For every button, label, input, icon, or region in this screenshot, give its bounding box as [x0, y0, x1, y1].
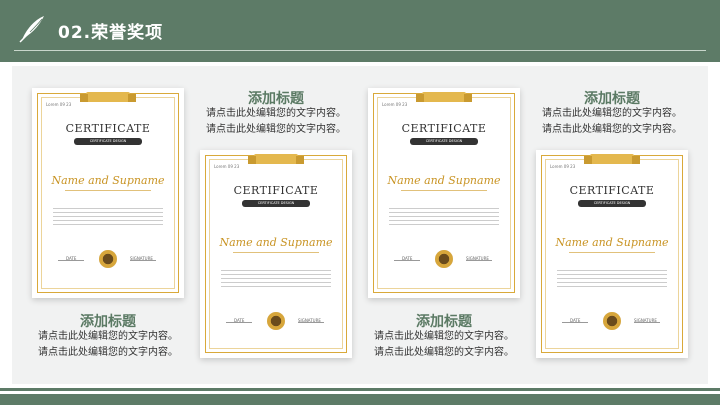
item-description: 请点击此处编辑您的文字内容。 请点击此处编辑您的文字内容。	[364, 329, 524, 361]
certificate-body-text	[53, 208, 163, 228]
date-label: DATE	[234, 318, 245, 323]
item-line: 请点击此处编辑您的文字内容。	[374, 347, 514, 358]
footer-divider	[0, 388, 720, 391]
ribbon-icon	[80, 92, 136, 102]
certificate-body-text	[221, 270, 331, 290]
certificate-lorem: Lorem 09 23	[214, 164, 240, 169]
item-title: 添加标题	[80, 314, 136, 330]
item-description: 请点击此处编辑您的文字内容。 请点击此处编辑您的文字内容。	[28, 329, 188, 361]
certificate-title: CERTIFICATE	[401, 122, 487, 135]
item-line: 请点击此处编辑您的文字内容。	[38, 347, 178, 358]
item-title: 添加标题	[248, 91, 304, 107]
certificate-lorem: Lorem 09 23	[550, 164, 576, 169]
certificate-image: Lorem 09 23 CERTIFICATE CERTIFICATE DESI…	[32, 88, 184, 298]
name-underline	[65, 190, 151, 191]
item-line: 请点击此处编辑您的文字内容。	[206, 124, 346, 135]
certificate-image: Lorem 09 23 CERTIFICATE CERTIFICATE DESI…	[200, 150, 352, 358]
signature-label: SIGNATURE	[298, 318, 321, 323]
item-line: 请点击此处编辑您的文字内容。	[374, 331, 514, 342]
ribbon-icon	[248, 154, 304, 164]
certificate-name: Name and Supname	[555, 236, 669, 249]
seal-icon	[99, 250, 117, 268]
date-label: DATE	[402, 256, 413, 261]
item-line: 请点击此处编辑您的文字内容。	[542, 124, 682, 135]
signature-label: SIGNATURE	[466, 256, 489, 261]
certificate-body-text	[557, 270, 667, 290]
name-underline	[401, 190, 487, 191]
certificate-image: Lorem 09 23 CERTIFICATE CERTIFICATE DESI…	[536, 150, 688, 358]
page-title: 02.荣誉奖项	[58, 23, 164, 43]
header-divider	[14, 50, 706, 51]
seal-icon	[603, 312, 621, 330]
ribbon-icon	[584, 154, 640, 164]
certificate-subtitle: CERTIFICATE DESIGN	[74, 138, 142, 145]
quill-feather-icon	[19, 16, 44, 43]
certificate-image: Lorem 09 23 CERTIFICATE CERTIFICATE DESI…	[368, 88, 520, 298]
item-line: 请点击此处编辑您的文字内容。	[206, 108, 346, 119]
certificate-lorem: Lorem 09 23	[382, 102, 408, 107]
certificate-name: Name and Supname	[219, 236, 333, 249]
item-title: 添加标题	[416, 314, 472, 330]
item-description: 请点击此处编辑您的文字内容。 请点击此处编辑您的文字内容。	[532, 106, 692, 138]
item-line: 请点击此处编辑您的文字内容。	[38, 331, 178, 342]
item-description: 请点击此处编辑您的文字内容。 请点击此处编辑您的文字内容。	[196, 106, 356, 138]
certificate-subtitle: CERTIFICATE DESIGN	[578, 200, 646, 207]
certificate-lorem: Lorem 09 23	[46, 102, 72, 107]
certificate-title: CERTIFICATE	[65, 122, 151, 135]
seal-icon	[435, 250, 453, 268]
slide-header: 02.荣誉奖项	[0, 0, 720, 62]
certificate-title: CERTIFICATE	[233, 184, 319, 197]
name-underline	[569, 252, 655, 253]
date-label: DATE	[570, 318, 581, 323]
certificate-body-text	[389, 208, 499, 228]
certificate-name: Name and Supname	[51, 174, 165, 187]
certificate-subtitle: CERTIFICATE DESIGN	[242, 200, 310, 207]
certificate-name: Name and Supname	[387, 174, 501, 187]
seal-icon	[267, 312, 285, 330]
ribbon-icon	[416, 92, 472, 102]
certificate-subtitle: CERTIFICATE DESIGN	[410, 138, 478, 145]
item-title: 添加标题	[584, 91, 640, 107]
slide-footer	[0, 394, 720, 405]
item-line: 请点击此处编辑您的文字内容。	[542, 108, 682, 119]
signature-label: SIGNATURE	[130, 256, 153, 261]
date-label: DATE	[66, 256, 77, 261]
name-underline	[233, 252, 319, 253]
signature-label: SIGNATURE	[634, 318, 657, 323]
certificate-title: CERTIFICATE	[569, 184, 655, 197]
